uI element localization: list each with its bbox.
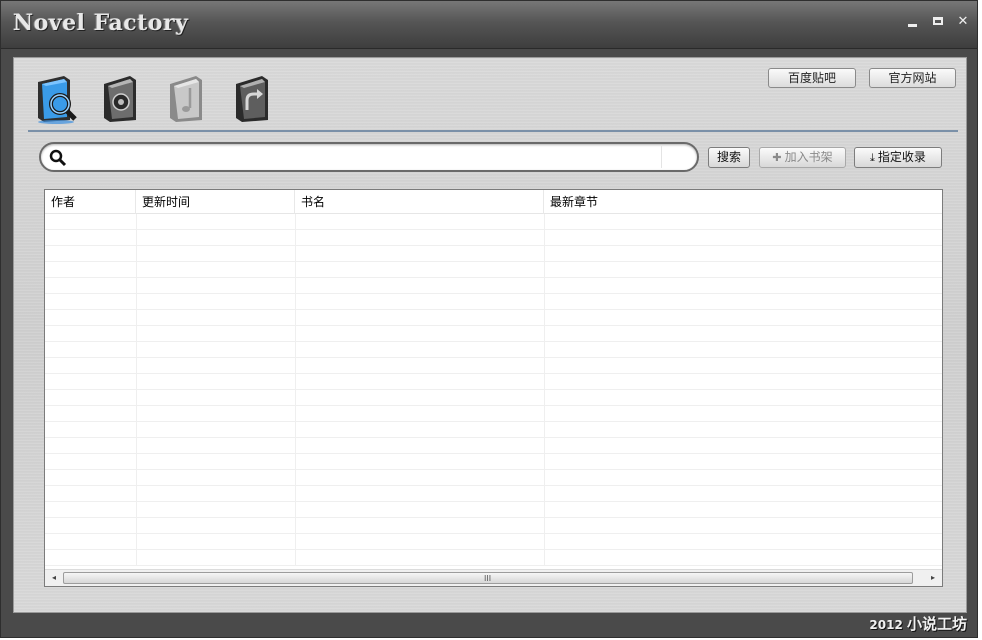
- export-book-icon[interactable]: [232, 72, 276, 124]
- scroll-right-button[interactable]: ▸: [926, 572, 940, 584]
- search-icon: [49, 149, 67, 167]
- settings-book-icon-graphic: [104, 76, 136, 122]
- maximize-button[interactable]: [929, 13, 947, 31]
- music-book-icon-graphic: [170, 76, 202, 122]
- empty-table-row: [45, 326, 942, 342]
- empty-table-row: [45, 214, 942, 230]
- minimize-button[interactable]: [903, 13, 921, 31]
- empty-table-row: [45, 310, 942, 326]
- scrollbar-grip: III: [484, 574, 492, 583]
- search-input[interactable]: [75, 147, 655, 167]
- table-body[interactable]: [45, 214, 942, 566]
- maximize-icon: [933, 17, 943, 25]
- column-header-title[interactable]: 书名: [295, 190, 544, 214]
- search-separator: [661, 146, 662, 168]
- footer-year: 2012: [869, 618, 903, 632]
- settings-book-icon[interactable]: [100, 72, 144, 124]
- search-button[interactable]: 搜索: [708, 147, 750, 168]
- plus-icon: ✚: [772, 151, 782, 164]
- footer-brand: 2012 小说工坊: [869, 613, 967, 635]
- app-title: Novel Factory: [13, 10, 189, 36]
- app-window: Novel Factory ✕ 百度贴吧 官方网站 搜索 ✚ 加入书架 ⤓ 指定…: [0, 0, 978, 638]
- download-icon: ⤓: [870, 151, 875, 164]
- title-bar[interactable]: Novel Factory ✕: [1, 1, 977, 49]
- empty-table-row: [45, 454, 942, 470]
- search-book-icon[interactable]: [34, 72, 78, 124]
- empty-table-row: [45, 422, 942, 438]
- empty-table-row: [45, 470, 942, 486]
- minimize-icon: [907, 24, 917, 27]
- empty-table-row: [45, 278, 942, 294]
- empty-table-row: [45, 246, 942, 262]
- empty-table-row: [45, 342, 942, 358]
- table-header: 作者 更新时间 书名 最新章节: [45, 190, 942, 214]
- empty-table-row: [45, 486, 942, 502]
- column-header-latest-chapter[interactable]: 最新章节: [544, 190, 942, 214]
- footer-brand-name: 小说工坊: [906, 615, 967, 633]
- specify-collect-label: 指定收录: [877, 150, 926, 164]
- search-book-icon-graphic: [38, 76, 77, 124]
- empty-table-row: [45, 406, 942, 422]
- empty-table-row: [45, 294, 942, 310]
- scrollbar-thumb[interactable]: III: [63, 572, 913, 584]
- empty-table-row: [45, 438, 942, 454]
- empty-table-row: [45, 534, 942, 550]
- column-header-updated[interactable]: 更新时间: [136, 190, 295, 214]
- add-to-shelf-label: 加入书架: [784, 150, 833, 164]
- results-table[interactable]: 作者 更新时间 书名 最新章节 ◂ III ▸: [44, 189, 943, 587]
- main-panel: 百度贴吧 官方网站 搜索 ✚ 加入书架 ⤓ 指定收录 作者 更新时间 书名 最新章节: [13, 57, 967, 613]
- add-to-shelf-button[interactable]: ✚ 加入书架: [759, 147, 846, 168]
- empty-table-row: [45, 230, 942, 246]
- empty-table-row: [45, 550, 942, 566]
- empty-table-row: [45, 374, 942, 390]
- empty-table-row: [45, 358, 942, 374]
- export-book-icon-graphic: [236, 76, 268, 122]
- column-header-author[interactable]: 作者: [45, 190, 136, 214]
- empty-table-row: [45, 502, 942, 518]
- empty-table-row: [45, 518, 942, 534]
- empty-table-row: [45, 262, 942, 278]
- close-button[interactable]: ✕: [954, 13, 972, 31]
- music-book-icon[interactable]: [166, 72, 210, 124]
- horizontal-scrollbar[interactable]: ◂ III ▸: [45, 569, 942, 586]
- search-box[interactable]: [39, 142, 699, 172]
- baidu-tieba-button[interactable]: 百度贴吧: [768, 68, 856, 88]
- scroll-left-button[interactable]: ◂: [47, 572, 61, 584]
- specify-collect-button[interactable]: ⤓ 指定收录: [854, 147, 942, 168]
- toolbar-divider: [28, 130, 958, 132]
- official-site-button[interactable]: 官方网站: [869, 68, 956, 88]
- empty-table-row: [45, 390, 942, 406]
